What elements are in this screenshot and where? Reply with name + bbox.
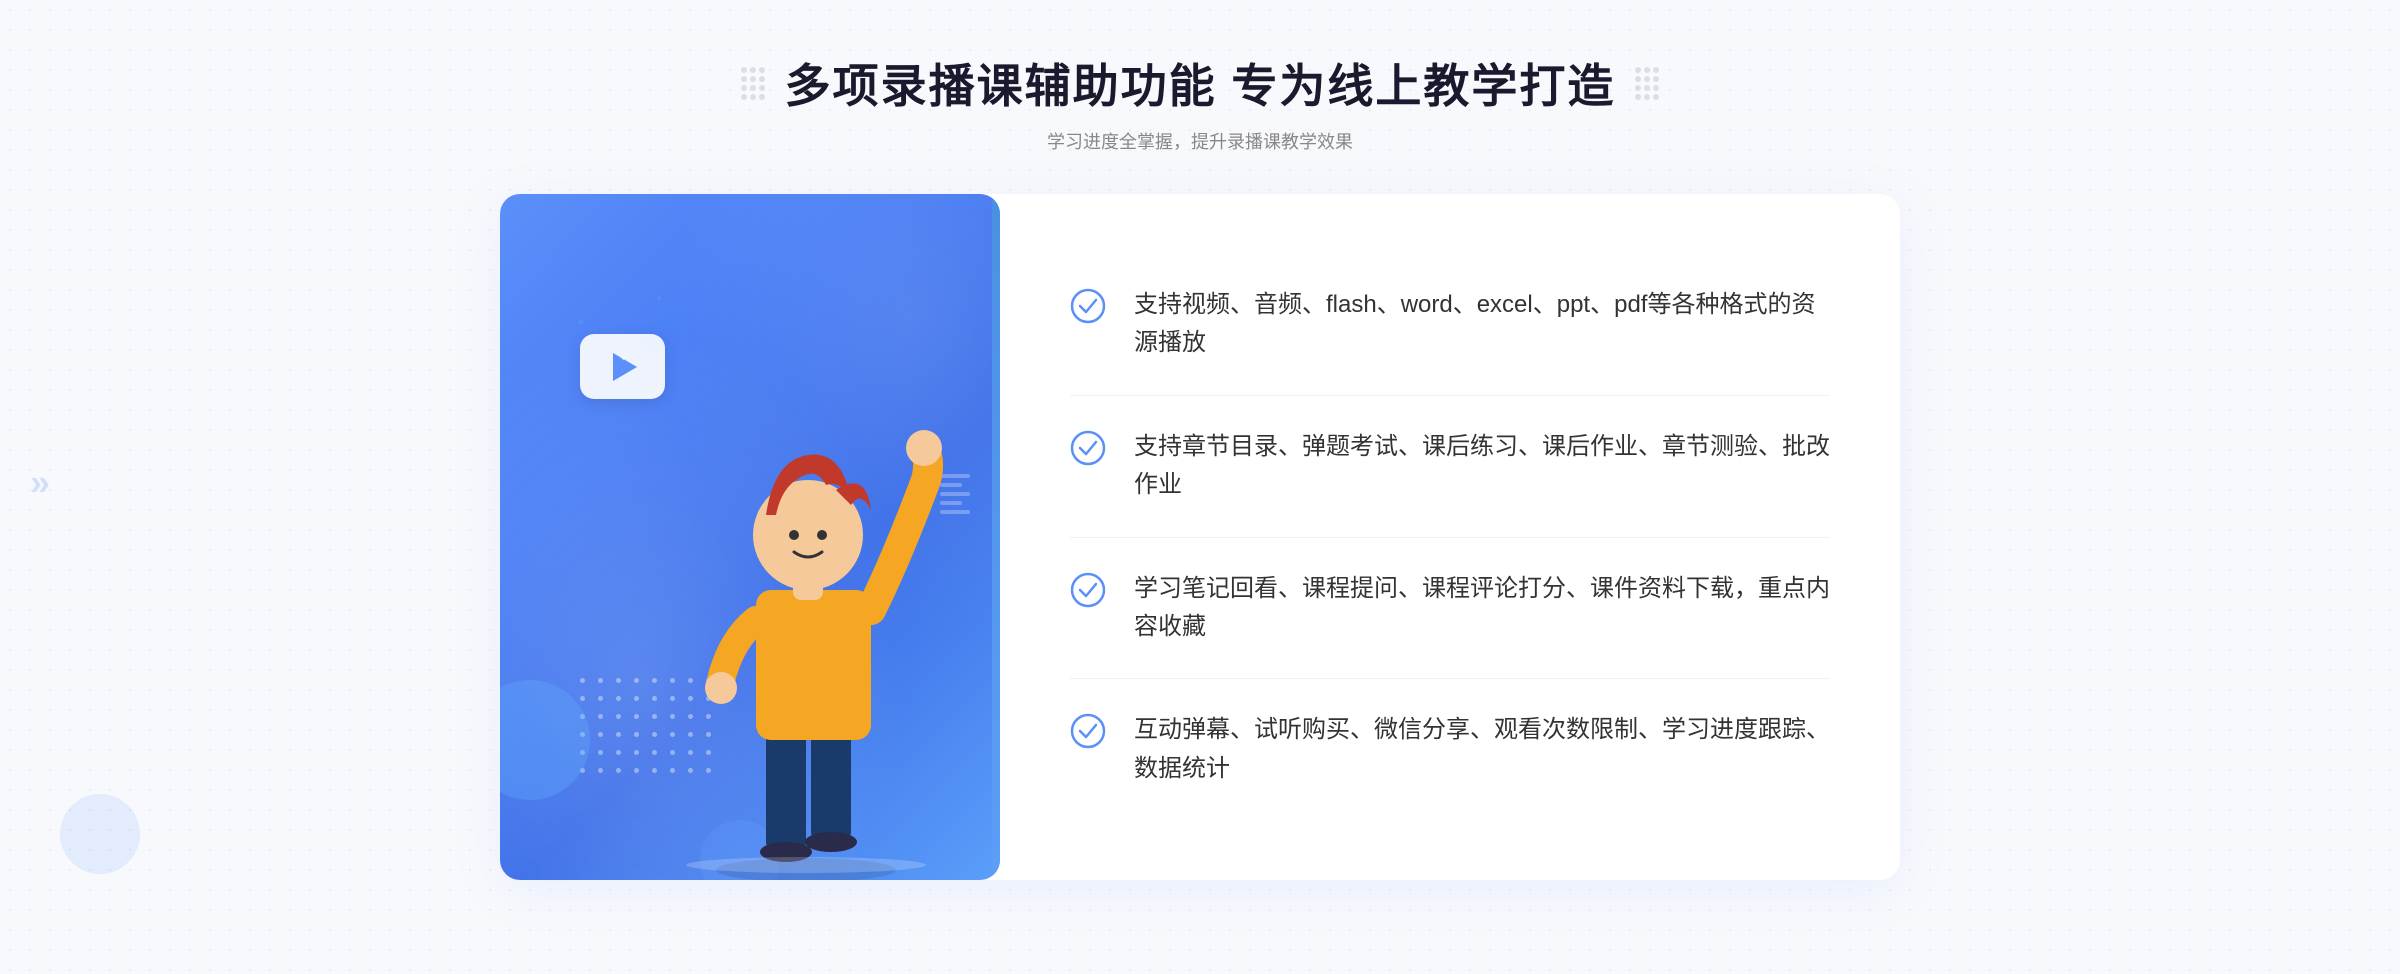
sparkle-2: ✦ [655, 294, 663, 305]
page-container: » 多项录播课辅助功能 专为线上教学打造 学习进度全掌握，提升录播课教学效果 [0, 0, 2400, 974]
feature-item-3: 学习笔记回看、课程提问、课程评论打分、课件资料下载，重点内容收藏 [1070, 538, 1830, 680]
header-section: 多项录播课辅助功能 专为线上教学打造 学习进度全掌握，提升录播课教学效果 [741, 50, 1660, 154]
svg-text:»: » [30, 462, 50, 503]
feature-text-3: 学习笔记回看、课程提问、课程评论打分、课件资料下载，重点内容收藏 [1134, 570, 1830, 647]
main-content-card: ✦ ✦ ✦ [500, 194, 1900, 880]
left-dot-grid [741, 67, 765, 100]
right-dot-grid [1635, 67, 1659, 100]
play-bubble-bg [580, 334, 665, 399]
feature-text-4: 互动弹幕、试听购买、微信分享、观看次数限制、学习进度跟踪、数据统计 [1134, 711, 1830, 788]
accent-bar [992, 194, 1000, 880]
title-row: 多项录播课辅助功能 专为线上教学打造 [741, 50, 1660, 116]
feature-item-4: 互动弹幕、试听购买、微信分享、观看次数限制、学习进度跟踪、数据统计 [1070, 679, 1830, 820]
check-icon-3 [1070, 572, 1106, 608]
feature-item-1: 支持视频、音频、flash、word、excel、ppt、pdf等各种格式的资源… [1070, 254, 1830, 396]
check-icon-2 [1070, 430, 1106, 466]
character-illustration [666, 360, 946, 880]
page-circle-decoration [60, 794, 140, 874]
page-subtitle: 学习进度全掌握，提升录播课教学效果 [741, 128, 1660, 154]
circle-decoration-1 [500, 680, 590, 800]
sparkle-3: ✦ [620, 354, 627, 363]
right-features-panel: 支持视频、音频、flash、word、excel、ppt、pdf等各种格式的资源… [1000, 194, 1900, 880]
page-main-title: 多项录播课辅助功能 专为线上教学打造 [785, 50, 1616, 116]
chevron-left-decoration: » [30, 460, 70, 515]
check-icon-4 [1070, 713, 1106, 749]
feature-text-2: 支持章节目录、弹题考试、课后练习、课后作业、章节测验、批改作业 [1134, 428, 1830, 505]
sparkle-1: ✦ [575, 314, 587, 331]
check-icon-1 [1070, 288, 1106, 324]
feature-item-2: 支持章节目录、弹题考试、课后练习、课后作业、章节测验、批改作业 [1070, 396, 1830, 538]
feature-text-1: 支持视频、音频、flash、word、excel、ppt、pdf等各种格式的资源… [1134, 286, 1830, 363]
play-bubble [580, 334, 680, 414]
left-illustration-panel: ✦ ✦ ✦ [500, 194, 1000, 880]
